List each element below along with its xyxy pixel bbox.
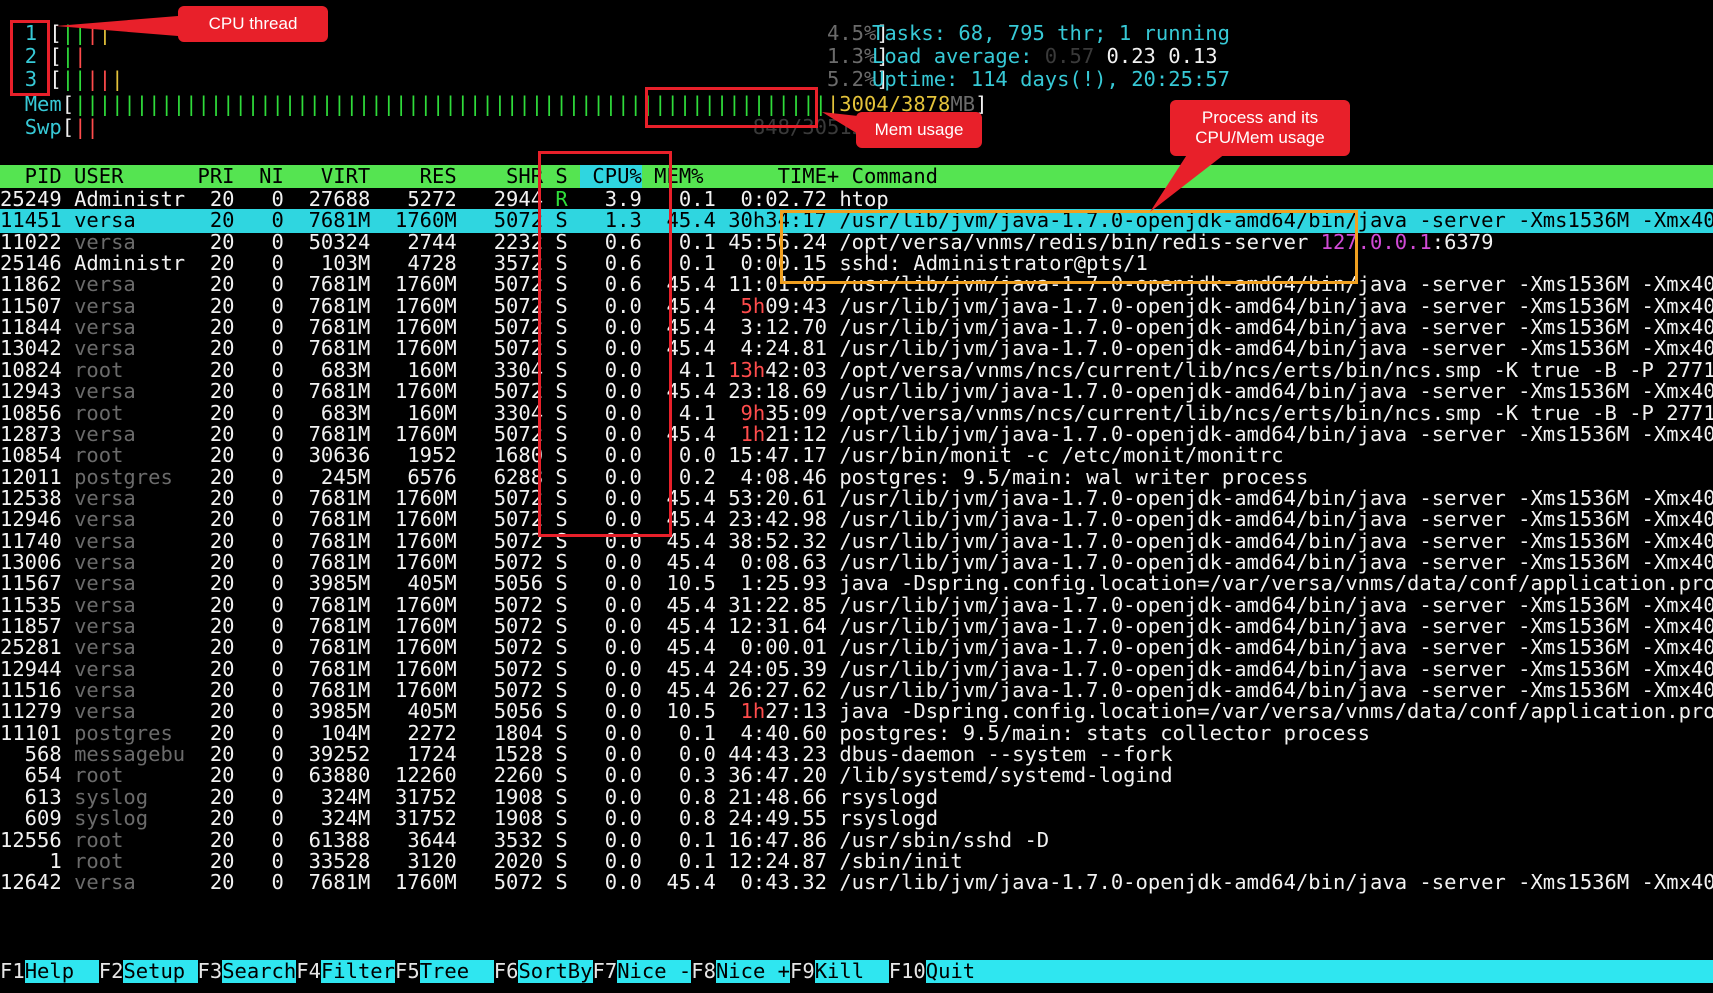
process-usage-callout: Process and its CPU/Mem usage <box>1170 100 1350 156</box>
fkey-f8[interactable]: F8 <box>691 960 716 983</box>
process-row[interactable]: 12944 versa 20 0 7681M 1760M 5072 S 0.0 … <box>0 658 1713 681</box>
load-average: Load average: 0.57 0.23 0.13 <box>872 45 1218 68</box>
process-row[interactable]: 12011 postgres 20 0 245M 6576 6288 S 0.0… <box>0 466 1713 489</box>
process-row[interactable]: 568 messagebu 20 0 39252 1724 1528 S 0.0… <box>0 743 1713 766</box>
process-row[interactable]: 10854 root 20 0 30636 1952 1680 S 0.0 0.… <box>0 444 1713 467</box>
process-highlight <box>780 210 1358 284</box>
cpu-mem-columns-highlight <box>538 151 672 537</box>
uptime-value: 114 days(!), 20:25:57 <box>970 68 1230 91</box>
process-row[interactable]: 25249 Administr 20 0 27688 5272 2944 R 3… <box>0 188 1713 211</box>
process-row[interactable]: 11844 versa 20 0 7681M 1760M 5072 S 0.0 … <box>0 316 1713 339</box>
process-row[interactable]: 12556 root 20 0 61388 3644 3532 S 0.0 0.… <box>0 829 1713 852</box>
htop-terminal[interactable]: 1 [|||| 4.5%] 2 [|| 1.3%] 3 [||||| 5.2%]… <box>0 0 1713 993</box>
process-row[interactable]: 12538 versa 20 0 7681M 1760M 5072 S 0.0 … <box>0 487 1713 510</box>
fkey-f10[interactable]: F10 <box>888 960 926 983</box>
fkey-f2[interactable]: F2 <box>98 960 124 983</box>
process-row[interactable]: 613 syslog 20 0 324M 31752 1908 S 0.0 0.… <box>0 786 1713 809</box>
fkey-label[interactable]: Kill <box>815 960 889 983</box>
process-row[interactable]: 10856 root 20 0 683M 160M 3304 S 0.0 4.1… <box>0 402 1713 425</box>
fkey-f9[interactable]: F9 <box>790 960 815 983</box>
fkey-label[interactable]: Search <box>222 960 296 983</box>
fkey-f7[interactable]: F7 <box>592 960 618 983</box>
fkey-label[interactable]: Filter <box>321 960 395 983</box>
process-row[interactable]: 11507 versa 20 0 7681M 1760M 5072 S 0.0 … <box>0 295 1713 318</box>
process-row[interactable]: 654 root 20 0 63880 12260 2260 S 0.0 0.3… <box>0 764 1713 787</box>
process-row[interactable]: 609 syslog 20 0 324M 31752 1908 S 0.0 0.… <box>0 807 1713 830</box>
swap-label: Swp <box>24 116 62 139</box>
mem-usage-callout: Mem usage <box>856 112 982 148</box>
fkey-label[interactable]: Tree <box>420 960 494 983</box>
process-row[interactable]: 11101 postgres 20 0 104M 2272 1804 S 0.0… <box>0 722 1713 745</box>
cpu-pct: 5.2% <box>826 68 877 91</box>
process-row[interactable]: 11516 versa 20 0 7681M 1760M 5072 S 0.0 … <box>0 679 1713 702</box>
load-1: 0.57 <box>1044 45 1095 68</box>
fkey-f3[interactable]: F3 <box>197 960 223 983</box>
load-15: 0.13 <box>1168 45 1218 68</box>
fkey-label[interactable]: Nice + <box>716 960 790 983</box>
process-row[interactable]: 13042 versa 20 0 7681M 1760M 5072 S 0.0 … <box>0 337 1713 360</box>
fkey-label[interactable]: Nice - <box>617 960 691 983</box>
process-row[interactable]: 12943 versa 20 0 7681M 1760M 5072 S 0.0 … <box>0 380 1713 403</box>
fkey-label[interactable]: Quit <box>926 960 1000 983</box>
cpu-thread-highlight <box>10 20 50 96</box>
process-row[interactable]: 12946 versa 20 0 7681M 1760M 5072 S 0.0 … <box>0 508 1713 531</box>
fkey-label[interactable]: SortBy <box>518 960 592 983</box>
fkey-f1[interactable]: F1 <box>0 960 25 983</box>
process-row[interactable]: 11857 versa 20 0 7681M 1760M 5072 S 0.0 … <box>0 615 1713 638</box>
uptime: Uptime: 114 days(!), 20:25:57 <box>872 68 1230 91</box>
process-table-header[interactable]: PID USER PRI NI VIRT RES SHR S CPU% MEM%… <box>0 165 1713 189</box>
mem-meter: Mem[||||||||||||||||||||||||||||||||||||… <box>24 93 988 116</box>
tasks-summary: Tasks: 68, 795 thr; 1 running <box>872 22 1230 45</box>
process-row[interactable]: 11279 versa 20 0 3985M 405M 5056 S 0.0 1… <box>0 700 1713 723</box>
header-cols[interactable]: PID USER PRI NI VIRT RES SHR S <box>0 165 580 188</box>
fkey-label[interactable]: Help <box>25 960 99 983</box>
process-row[interactable]: 10824 root 20 0 683M 160M 3304 S 0.0 4.1… <box>0 359 1713 382</box>
process-row[interactable]: 11567 versa 20 0 3985M 405M 5056 S 0.0 1… <box>0 572 1713 595</box>
fkey-f4[interactable]: F4 <box>296 960 321 983</box>
cpu-bar: || <box>61 22 87 45</box>
process-row[interactable]: 1 root 20 0 33528 3120 2020 S 0.0 0.1 12… <box>0 850 1713 873</box>
function-key-bar[interactable]: F1Help F2Setup F3SearchF4FilterF5Tree F6… <box>0 960 1713 984</box>
mem-usage-highlight <box>645 87 818 128</box>
cpu-pct: 1.3% <box>826 45 877 68</box>
cpu-pct: 4.5% <box>826 22 877 45</box>
process-row[interactable]: 25281 versa 20 0 7681M 1760M 5072 S 0.0 … <box>0 636 1713 659</box>
cpu-thread-callout: CPU thread <box>178 6 328 42</box>
fkey-label[interactable]: Setup <box>123 960 197 983</box>
load-5: 0.23 <box>1106 45 1156 68</box>
header-time-cmd[interactable]: TIME+ Command <box>704 165 938 188</box>
fkey-f6[interactable]: F6 <box>493 960 519 983</box>
swap-bar: || <box>74 116 99 139</box>
process-row[interactable]: 13006 versa 20 0 7681M 1760M 5072 S 0.0 … <box>0 551 1713 574</box>
process-row[interactable]: 11535 versa 20 0 7681M 1760M 5072 S 0.0 … <box>0 594 1713 617</box>
process-row[interactable]: 11740 versa 20 0 7681M 1760M 5072 S 0.0 … <box>0 530 1713 553</box>
fkey-f5[interactable]: F5 <box>395 960 420 983</box>
process-row[interactable]: 12642 versa 20 0 7681M 1760M 5072 S 0.0 … <box>0 871 1713 894</box>
process-row[interactable]: 12873 versa 20 0 7681M 1760M 5072 S 0.0 … <box>0 423 1713 446</box>
tasks-value: 68, 795 thr; 1 running <box>958 22 1230 45</box>
mem-label: Mem <box>24 93 62 116</box>
